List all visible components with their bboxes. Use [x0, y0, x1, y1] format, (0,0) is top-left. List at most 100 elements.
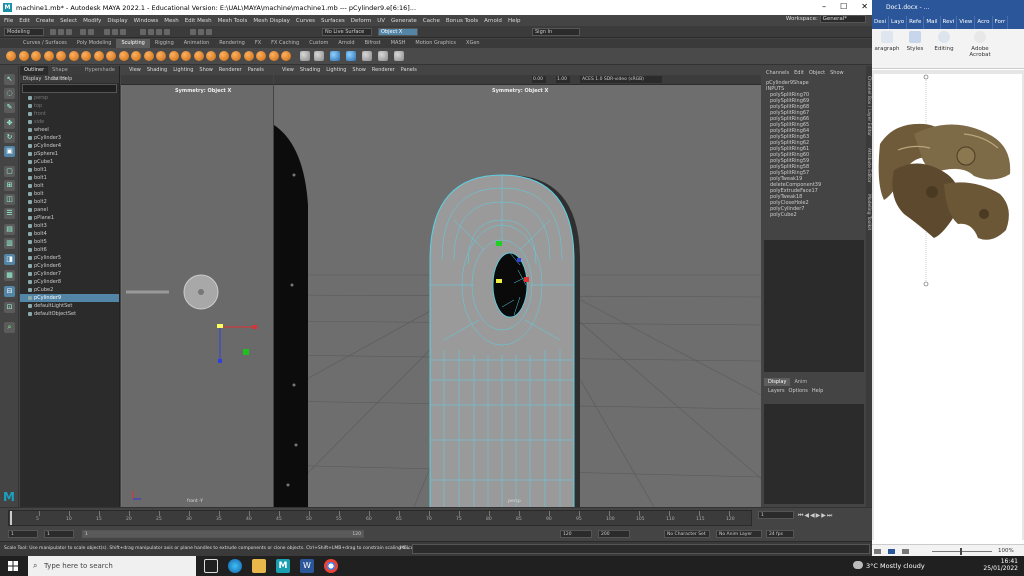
colorspace-dropdown[interactable]: ACES 1.0 SDR-video (sRGB) [580, 76, 662, 83]
new-scene-icon[interactable] [50, 29, 56, 35]
vp1-menu-show[interactable]: Show [199, 66, 219, 75]
menu-mesh-tools[interactable]: Mesh Tools [218, 18, 248, 24]
layout-b-icon[interactable]: ▥ [4, 238, 15, 249]
ipr-render-icon[interactable] [198, 29, 204, 35]
sculpt-brush-icon[interactable] [231, 51, 241, 61]
sculpt-brush-icon[interactable] [243, 51, 254, 61]
zoom-level[interactable]: 100% [998, 548, 1014, 554]
four-pane-icon[interactable]: ⊞ [4, 180, 15, 191]
outliner-item[interactable]: bolt5 [20, 238, 119, 246]
anim-layer-dropdown[interactable]: No Anim Layer [716, 530, 762, 538]
snap-curve-icon[interactable] [148, 29, 154, 35]
shelf-tool-icon[interactable] [362, 51, 372, 61]
outliner-item[interactable]: bolt1 [20, 174, 119, 182]
current-frame-field[interactable]: 1 [758, 511, 794, 519]
vp2-menu-view[interactable]: View [282, 66, 300, 75]
object-menu[interactable]: Object [809, 70, 825, 76]
playback-end-field[interactable]: 120 [560, 530, 592, 538]
sculpt-brush-icon[interactable] [106, 51, 116, 61]
menu-help[interactable]: Help [508, 18, 521, 24]
shelf-tab-curves-surfaces[interactable]: Curves / Surfaces [18, 39, 72, 48]
ribbon-styles[interactable]: Styles [902, 31, 928, 52]
shelf-tab-rendering[interactable]: Rendering [214, 39, 250, 48]
mode-dropdown[interactable]: Modeling [4, 28, 44, 36]
edit-menu[interactable]: Edit [794, 70, 804, 76]
sculpt-brush-icon[interactable] [256, 51, 266, 61]
menu-mesh[interactable]: Mesh [164, 18, 178, 24]
layout-d-icon[interactable]: ⊟ [4, 286, 15, 297]
shelf-tool-icon[interactable] [394, 51, 404, 61]
vp2-menu-shading[interactable]: Shading [300, 66, 326, 75]
shelf-tool-icon[interactable] [300, 51, 310, 61]
outliner-item[interactable]: side [20, 118, 119, 126]
tab-outliner[interactable]: Outliner [20, 66, 49, 75]
side-tab-attribute-editor[interactable]: Attribute Editor [866, 148, 871, 183]
outliner-item[interactable]: pPlane1 [20, 214, 119, 222]
outliner-item[interactable]: pCylinder5 [20, 254, 119, 262]
sculpt-brush-icon[interactable] [143, 51, 154, 61]
live-surface-dropdown[interactable]: No Live Surface [322, 28, 372, 36]
shelf-tool-icon[interactable] [314, 51, 324, 61]
sculpt-brush-icon[interactable] [218, 51, 229, 61]
workspace-value[interactable]: General* [819, 15, 866, 23]
menu-deform[interactable]: Deform [351, 18, 371, 24]
undo-icon[interactable] [80, 29, 86, 35]
outliner-menu-display[interactable]: Display [20, 75, 41, 83]
menu-uv[interactable]: UV [377, 18, 385, 24]
select-hierarchy-icon[interactable] [104, 29, 110, 35]
menu-create[interactable]: Create [36, 18, 54, 24]
outliner-item[interactable]: bolt4 [20, 230, 119, 238]
close-button[interactable]: ✕ [861, 2, 868, 11]
two-pane-icon[interactable]: ◫ [4, 194, 15, 205]
outliner-item[interactable]: bolt6 [20, 246, 119, 254]
word-tab-view[interactable]: View [957, 16, 976, 29]
lasso-tool-icon[interactable]: ◌ [4, 88, 15, 99]
menu-curves[interactable]: Curves [296, 18, 315, 24]
shelf-tab-rigging[interactable]: Rigging [150, 39, 179, 48]
shelf-tab-animation[interactable]: Animation [179, 39, 215, 48]
outliner-item[interactable]: top [20, 102, 119, 110]
shelf-tab-poly-modeling[interactable]: Poly Modeling [72, 39, 117, 48]
select-tool-icon[interactable]: ↖ [4, 74, 15, 85]
redo-icon[interactable] [88, 29, 94, 35]
mel-command-input[interactable] [412, 544, 870, 554]
outliner-item[interactable]: bolt3 [20, 222, 119, 230]
tab-shape-editor[interactable]: Shape Editor [48, 66, 81, 82]
chrome-icon[interactable] [324, 559, 338, 573]
word-tab-revi[interactable]: Revi [941, 16, 958, 29]
outliner-item[interactable]: persp [20, 94, 119, 102]
word-tab-refe[interactable]: Refe [907, 16, 925, 29]
outliner-item[interactable]: pCylinder6 [20, 262, 119, 270]
shelf-tab-fx[interactable]: FX [250, 39, 266, 48]
outliner-menu-show[interactable]: Show [41, 75, 58, 83]
system-tray[interactable]: 16:41 25/01/2022 [983, 558, 1018, 572]
read-mode-icon[interactable] [874, 549, 881, 554]
single-pane-icon[interactable]: ▢ [4, 166, 15, 177]
help-menu[interactable]: Help [808, 387, 823, 396]
paint-select-icon[interactable]: ✎ [4, 102, 15, 113]
exposure-field[interactable]: 0.00 [532, 76, 546, 83]
snap-grid-icon[interactable] [140, 29, 146, 35]
sculpt-brush-icon[interactable] [193, 51, 204, 61]
shelf-tool-icon[interactable] [330, 51, 340, 61]
outliner-item[interactable]: bolt2 [20, 198, 119, 206]
sculpt-brush-icon[interactable] [18, 51, 29, 61]
sculpt-brush-icon[interactable] [168, 51, 179, 61]
outliner-item[interactable]: panel [20, 206, 119, 214]
word-tab-desi[interactable]: Desi [872, 16, 890, 29]
zoom-slider[interactable] [932, 551, 992, 552]
playback-start-field[interactable]: 1 [44, 530, 74, 538]
time-slider[interactable]: 5 10 15 20 25 30 35 40 45 50 55 60 65 70 75 80 85 90 95 100… [0, 507, 872, 529]
outliner-item[interactable]: bolt [20, 190, 119, 198]
render-settings-icon[interactable] [206, 29, 212, 35]
vp1-menu-renderer[interactable]: Renderer [219, 66, 248, 75]
sculpt-brush-icon[interactable] [31, 51, 41, 61]
shelf-tab-arnold[interactable]: Arnold [333, 39, 359, 48]
shelf-tab-sculpting[interactable]: Sculpting [116, 39, 150, 48]
file-explorer-icon[interactable] [252, 559, 266, 573]
shelf-tab-mash[interactable]: MASH [386, 39, 411, 48]
latch-image[interactable] [874, 74, 1022, 294]
open-scene-icon[interactable] [58, 29, 64, 35]
sculpt-brush-icon[interactable] [281, 51, 291, 61]
sculpt-brush-icon[interactable] [156, 51, 166, 61]
